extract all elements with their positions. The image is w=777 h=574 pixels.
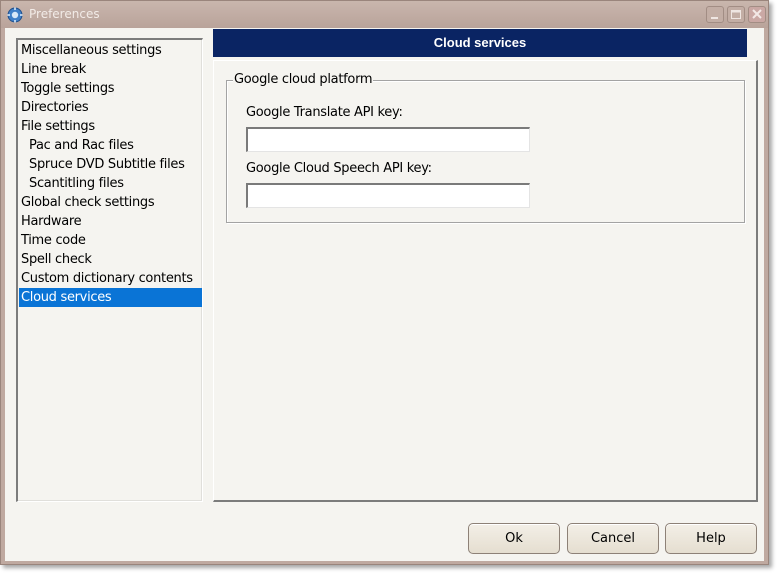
sidebar-item-label: Custom dictionary contents [21, 271, 193, 286]
window-title: Preferences [29, 7, 100, 21]
settings-category-tree[interactable]: Miscellaneous settings Line break Toggle s… [16, 38, 203, 502]
sidebar-item-label: Scantitling files [29, 176, 124, 191]
minimize-icon [711, 17, 718, 19]
sidebar-item-spruce-dvd-subtitle-files[interactable]: Spruce DVD Subtitle files [19, 155, 202, 174]
translate-api-key-input[interactable] [246, 127, 530, 152]
sidebar-item-label: Time code [21, 233, 86, 248]
sidebar-item-label: Global check settings [21, 195, 155, 210]
sidebar-item-line-break[interactable]: Line break [19, 60, 202, 79]
section-header: Cloud services [213, 29, 747, 57]
dialog-client-area: Miscellaneous settings Line break Toggle s… [5, 28, 764, 561]
sidebar-item-custom-dictionary-contents[interactable]: Custom dictionary contents [19, 269, 202, 288]
sidebar-item-spell-check[interactable]: Spell check [19, 250, 202, 269]
sidebar-item-label: Pac and Rac files [29, 138, 134, 153]
sidebar-item-directories[interactable]: Directories [19, 98, 202, 117]
preferences-window: Preferences Miscellaneous settings Line b… [0, 0, 769, 565]
maximize-icon [731, 10, 741, 19]
help-button[interactable]: Help [665, 523, 757, 554]
sidebar-item-label: Spell check [21, 252, 92, 267]
sidebar-item-label: Directories [21, 100, 89, 115]
sidebar-item-label: Toggle settings [21, 81, 115, 96]
sidebar-item-miscellaneous-settings[interactable]: Miscellaneous settings [19, 41, 202, 60]
sidebar-item-file-settings[interactable]: File settings [19, 117, 202, 136]
google-cloud-platform-group: Google cloud platform Google Translate A… [226, 72, 745, 223]
speech-api-key-label: Google Cloud Speech API key: [246, 161, 432, 176]
sidebar-item-toggle-settings[interactable]: Toggle settings [19, 79, 202, 98]
sidebar-item-cloud-services[interactable]: Cloud services [19, 288, 202, 307]
sidebar-item-label: Hardware [21, 214, 82, 229]
settings-panel: Google cloud platform Google Translate A… [213, 60, 758, 502]
gear-globe-icon [7, 7, 23, 23]
minimize-button[interactable] [706, 6, 724, 23]
translate-api-key-label: Google Translate API key: [246, 105, 403, 120]
sidebar-item-time-code[interactable]: Time code [19, 231, 202, 250]
sidebar-item-pac-and-rac-files[interactable]: Pac and Rac files [19, 136, 202, 155]
sidebar-item-scantitling-files[interactable]: Scantitling files [19, 174, 202, 193]
sidebar-item-label: Miscellaneous settings [21, 43, 162, 58]
sidebar-item-label: Cloud services [21, 290, 112, 305]
cancel-button[interactable]: Cancel [567, 523, 659, 554]
close-icon [752, 9, 762, 19]
sidebar-item-label: Line break [21, 62, 87, 77]
group-title: Google cloud platform [233, 72, 374, 87]
speech-api-key-input[interactable] [246, 183, 530, 208]
title-bar[interactable]: Preferences [1, 1, 768, 28]
sidebar-item-label: File settings [21, 119, 95, 134]
close-button[interactable] [748, 6, 766, 23]
sidebar-item-global-check-settings[interactable]: Global check settings [19, 193, 202, 212]
sidebar-item-label: Spruce DVD Subtitle files [29, 157, 185, 172]
maximize-button[interactable] [727, 6, 745, 23]
sidebar-item-hardware[interactable]: Hardware [19, 212, 202, 231]
ok-button[interactable]: Ok [468, 523, 560, 554]
